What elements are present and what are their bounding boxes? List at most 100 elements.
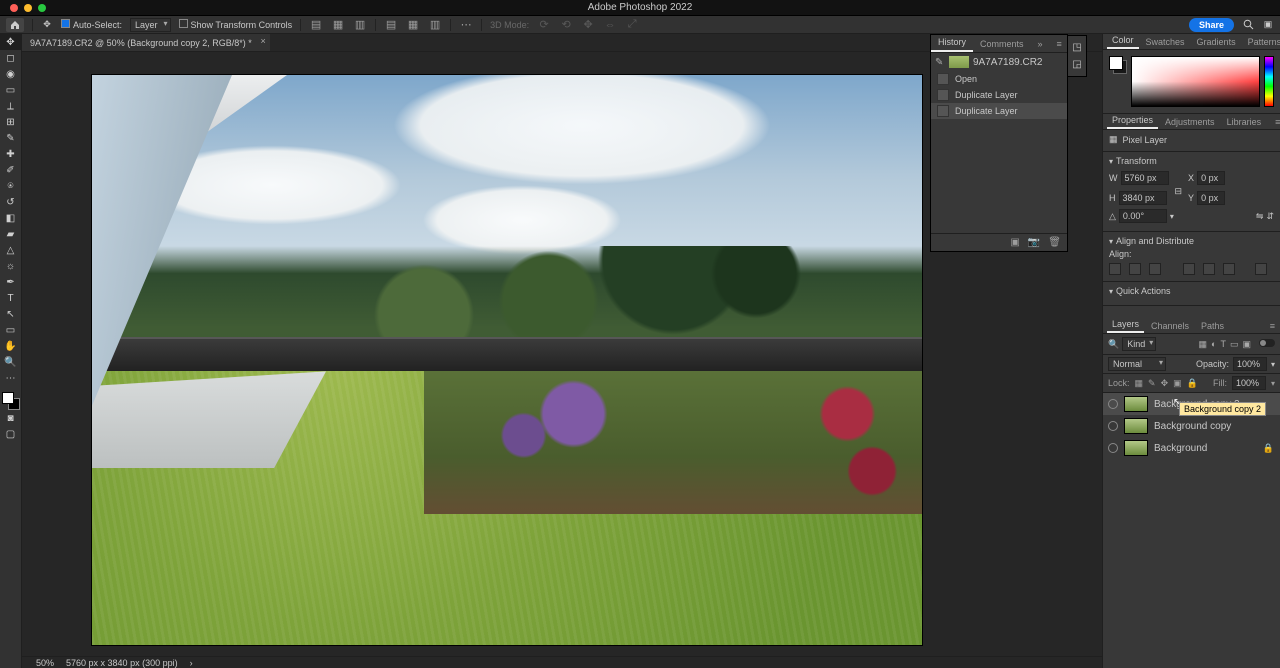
- tab-swatches[interactable]: Swatches: [1141, 35, 1190, 49]
- document-canvas[interactable]: [92, 75, 922, 645]
- workspace-switcher-icon[interactable]: ▣: [1262, 19, 1274, 31]
- tab-comments[interactable]: Comments: [973, 36, 1031, 52]
- history-state[interactable]: Duplicate Layer: [931, 87, 1067, 103]
- type-tool[interactable]: T: [0, 290, 22, 306]
- tab-paths[interactable]: Paths: [1196, 319, 1229, 333]
- align-right-button[interactable]: [1149, 263, 1161, 275]
- align-top-icon[interactable]: ▤: [384, 18, 398, 31]
- tab-adjustments[interactable]: Adjustments: [1160, 115, 1220, 129]
- tab-properties[interactable]: Properties: [1107, 113, 1158, 129]
- history-brush-tool[interactable]: ↺: [0, 194, 22, 210]
- auto-select-checkbox[interactable]: Auto-Select:: [61, 19, 122, 30]
- healing-brush-tool[interactable]: ✚: [0, 146, 22, 162]
- color-fg-bg-swatch[interactable]: [1109, 56, 1127, 74]
- align-hcenter-button[interactable]: [1129, 263, 1141, 275]
- maximize-window-icon[interactable]: [38, 4, 46, 12]
- visibility-icon[interactable]: [1108, 421, 1118, 431]
- blend-mode-dropdown[interactable]: Normal: [1108, 357, 1166, 371]
- blur-tool[interactable]: △: [0, 242, 22, 258]
- screen-mode-tool[interactable]: ▢: [0, 426, 22, 442]
- flip-v-icon[interactable]: ⇵: [1266, 211, 1274, 222]
- layer-thumbnail[interactable]: [1124, 396, 1148, 412]
- lasso-tool[interactable]: ◉: [0, 66, 22, 82]
- home-button[interactable]: [6, 18, 24, 32]
- x-input[interactable]: 0 px: [1197, 171, 1225, 185]
- flip-h-icon[interactable]: ⇋: [1256, 211, 1264, 222]
- history-snapshot[interactable]: ✎ 9A7A7189.CR2: [931, 53, 1067, 71]
- share-button[interactable]: Share: [1189, 18, 1234, 32]
- tab-patterns[interactable]: Patterns: [1243, 35, 1280, 49]
- tab-layers[interactable]: Layers: [1107, 317, 1144, 333]
- filter-adjust-icon[interactable]: ◐: [1211, 339, 1216, 350]
- align-bottom-button[interactable]: [1223, 263, 1235, 275]
- tab-history[interactable]: History: [931, 34, 973, 52]
- new-doc-from-state-icon[interactable]: ▣: [1010, 237, 1019, 248]
- status-more-icon[interactable]: ›: [190, 658, 193, 668]
- zoom-level[interactable]: 50%: [36, 658, 54, 668]
- rectangle-tool[interactable]: ▭: [0, 322, 22, 338]
- lock-position-icon[interactable]: ✥: [1161, 378, 1169, 389]
- doc-dimensions[interactable]: 5760 px x 3840 px (300 ppi): [66, 658, 178, 668]
- transform-heading[interactable]: Transform: [1116, 156, 1157, 166]
- object-select-tool[interactable]: ▭: [0, 82, 22, 98]
- align-left-icon[interactable]: ▤: [309, 18, 323, 31]
- eraser-tool[interactable]: ◧: [0, 210, 22, 226]
- eyedropper-tool[interactable]: ✎: [0, 130, 22, 146]
- layer-thumbnail[interactable]: [1124, 440, 1148, 456]
- document-tab[interactable]: 9A7A7189.CR2 @ 50% (Background copy 2, R…: [22, 34, 270, 51]
- align-center-h-icon[interactable]: ▦: [331, 18, 345, 31]
- quick-actions-heading[interactable]: Quick Actions: [1116, 286, 1171, 296]
- width-input[interactable]: 5760 px: [1121, 171, 1169, 185]
- filter-pixel-icon[interactable]: ▦: [1199, 339, 1208, 350]
- opacity-input[interactable]: 100%: [1233, 357, 1267, 371]
- crop-tool[interactable]: ⟂: [0, 98, 22, 114]
- panel-menu-icon[interactable]: ≡: [1050, 36, 1069, 52]
- camera-icon[interactable]: 📷: [1028, 237, 1040, 248]
- collapsed-panel-icon[interactable]: ◲: [1072, 59, 1081, 70]
- tab-gradients[interactable]: Gradients: [1192, 35, 1241, 49]
- history-state[interactable]: Open: [931, 71, 1067, 87]
- color-swatches[interactable]: [2, 392, 20, 410]
- close-tab-icon[interactable]: ×: [261, 36, 266, 46]
- path-select-tool[interactable]: ↖: [0, 306, 22, 322]
- align-more-button[interactable]: [1255, 263, 1267, 275]
- tab-color[interactable]: Color: [1107, 33, 1139, 49]
- trash-icon[interactable]: 🗑: [1048, 237, 1061, 248]
- minimize-window-icon[interactable]: [24, 4, 32, 12]
- lock-all-icon[interactable]: 🔒: [1187, 378, 1198, 389]
- align-heading[interactable]: Align and Distribute: [1116, 236, 1194, 246]
- layer-name[interactable]: Background: [1154, 443, 1207, 454]
- layer-thumbnail[interactable]: [1124, 418, 1148, 434]
- collapsed-panel-icon[interactable]: ◳: [1072, 42, 1081, 53]
- y-input[interactable]: 0 px: [1197, 191, 1225, 205]
- filter-smart-icon[interactable]: ▣: [1242, 339, 1251, 350]
- lock-transparency-icon[interactable]: ▦: [1135, 378, 1144, 389]
- angle-input[interactable]: 0.00°: [1119, 209, 1167, 223]
- quick-mask-tool[interactable]: ◙: [0, 410, 22, 426]
- layer-row[interactable]: Background 🔒: [1103, 437, 1280, 459]
- tab-libraries[interactable]: Libraries: [1222, 115, 1267, 129]
- zoom-tool[interactable]: 🔍: [0, 354, 22, 370]
- link-wh-icon[interactable]: ⊟: [1175, 180, 1183, 197]
- history-state[interactable]: Duplicate Layer: [931, 103, 1067, 119]
- history-brush-marker-icon[interactable]: ✎: [935, 57, 945, 68]
- lock-artboard-icon[interactable]: ▣: [1173, 378, 1182, 389]
- visibility-icon[interactable]: [1108, 399, 1118, 409]
- align-vcenter-button[interactable]: [1203, 263, 1215, 275]
- panel-menu-icon[interactable]: ≡: [1270, 115, 1280, 129]
- pen-tool[interactable]: ✒: [0, 274, 22, 290]
- more-align-icon[interactable]: ⋯: [459, 18, 473, 31]
- clone-stamp-tool[interactable]: ⍟: [0, 178, 22, 194]
- move-tool[interactable]: ✥: [0, 34, 22, 50]
- align-top-button[interactable]: [1183, 263, 1195, 275]
- filter-type-icon[interactable]: T: [1220, 339, 1226, 350]
- edit-toolbar[interactable]: ⋯: [0, 370, 22, 386]
- panel-menu-icon[interactable]: ≡: [1265, 319, 1280, 333]
- align-middle-icon[interactable]: ▦: [406, 18, 420, 31]
- brush-tool[interactable]: ✐: [0, 162, 22, 178]
- show-transform-checkbox[interactable]: Show Transform Controls: [179, 19, 293, 30]
- layer-name[interactable]: Background copy: [1154, 421, 1231, 432]
- filter-search-icon[interactable]: 🔍: [1108, 339, 1119, 350]
- align-right-icon[interactable]: ▥: [353, 18, 367, 31]
- fill-input[interactable]: 100%: [1232, 376, 1266, 390]
